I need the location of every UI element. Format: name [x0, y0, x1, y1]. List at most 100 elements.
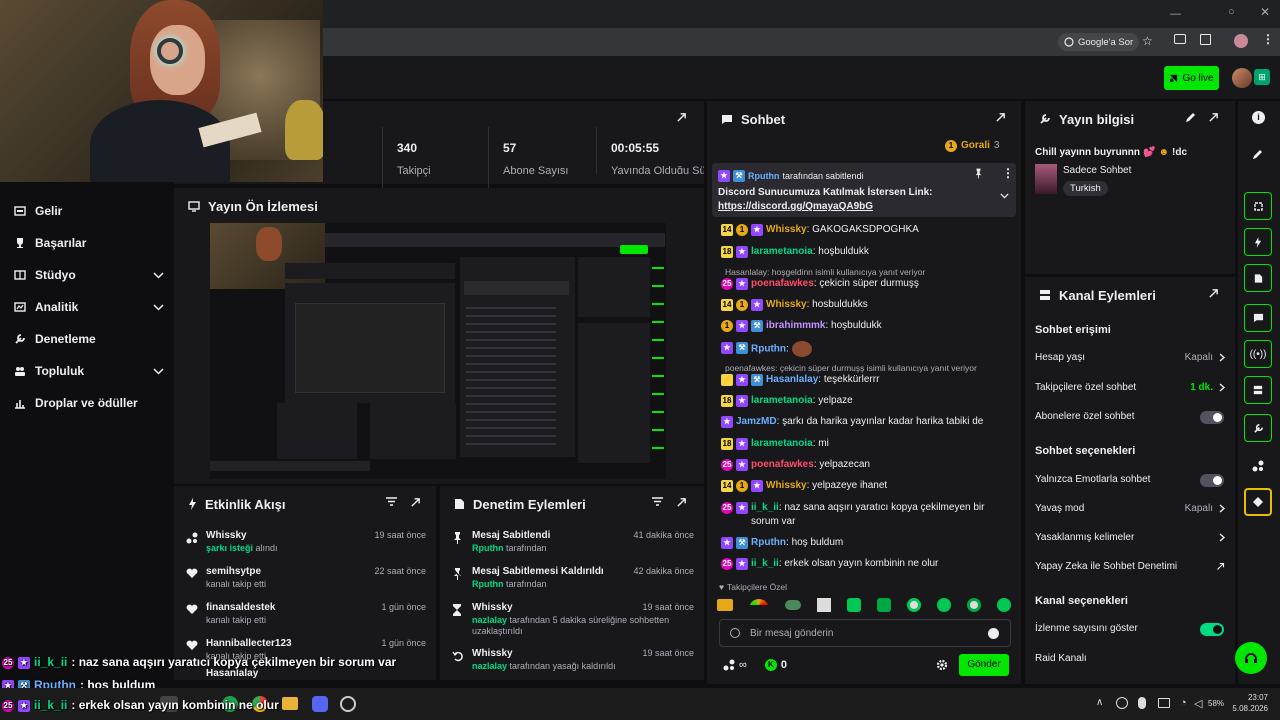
- show-viewers-toggle[interactable]: [1200, 623, 1224, 636]
- emote-icon[interactable]: [785, 600, 801, 610]
- chat-message[interactable]: 25 ★ poenafawkes: çekicin süper durmuşş: [721, 277, 1011, 291]
- discord-icon[interactable]: [312, 696, 328, 712]
- tool-actions-button[interactable]: [1244, 376, 1272, 404]
- emote-icon[interactable]: [907, 598, 921, 612]
- nav-item-droplar[interactable]: Droplar ve ödüller: [14, 392, 164, 414]
- filter-icon[interactable]: [386, 497, 397, 506]
- popout-icon[interactable]: [410, 497, 421, 508]
- chat-message[interactable]: 25 ★ ii_k_ii: erkek olsan yayın kombinin …: [721, 557, 1011, 571]
- moderation-row[interactable]: Mesaj Sabitlemesi Kaldırıldı Rputhn tara…: [440, 560, 704, 596]
- setting-account-age[interactable]: Hesap yaşı Kapalı: [1035, 352, 1225, 363]
- emote-icon[interactable]: [937, 598, 951, 612]
- pinned-message[interactable]: ★ ⚒ Rputhn tarafından sabitlendi ⋮ Disco…: [712, 163, 1016, 217]
- emote-icon[interactable]: [749, 599, 769, 611]
- goal-indicator[interactable]: 1 Gorali 3: [945, 139, 999, 152]
- popout-icon[interactable]: [1208, 288, 1219, 299]
- chat-message[interactable]: ★ ⚒ Rputhn:: [721, 341, 1011, 357]
- chat-message[interactable]: 18 ★ larametanoia: hoşbuldukk: [721, 245, 1011, 259]
- wifi-icon[interactable]: ◔: [1180, 697, 1187, 709]
- browser-menu-icon[interactable]: ⋮: [1262, 32, 1274, 46]
- chevron-down-icon[interactable]: [153, 367, 164, 375]
- clock-time[interactable]: 23:07: [1232, 693, 1268, 702]
- tool-screenshot-button[interactable]: [1244, 192, 1272, 220]
- activity-row[interactable]: semihsytpe kanalı takip etti 22 saat önc…: [174, 560, 436, 596]
- setting-followers-only[interactable]: Takipçilere özel sohbet 1 dk.: [1035, 382, 1225, 393]
- emote-icon[interactable]: [997, 598, 1011, 612]
- chat-message[interactable]: 14 1 ★ Whissky: GAKOGAKSDPOGHKA: [721, 223, 1011, 237]
- tool-kick-button[interactable]: [1244, 488, 1272, 516]
- chat-message[interactable]: ★ ⚒ Rputhn: hoş buldum: [721, 536, 1011, 550]
- category-name[interactable]: Sadece Sohbet: [1063, 165, 1131, 176]
- gear-icon[interactable]: [936, 659, 948, 671]
- moderation-row[interactable]: Mesaj Sabitlendi Rputhn tarafından 41 da…: [440, 524, 704, 560]
- chat-message[interactable]: 14 1 ★ Whissky: yelpazeye ihanet: [721, 479, 1011, 493]
- support-button[interactable]: [1235, 642, 1267, 674]
- profile-avatar[interactable]: [1234, 34, 1248, 48]
- volume-icon[interactable]: ◁: [1194, 697, 1202, 710]
- emote-icon[interactable]: [877, 598, 891, 612]
- subs-only-toggle[interactable]: [1200, 411, 1224, 424]
- nav-item-basarilar[interactable]: Başarılar: [14, 232, 164, 254]
- tool-lightning-button[interactable]: [1244, 228, 1272, 256]
- info-icon[interactable]: i: [1252, 111, 1265, 124]
- edit-pencil-icon[interactable]: [1185, 112, 1196, 123]
- moderation-row[interactable]: Whissky nazlalay tarafından yasağı kaldı…: [440, 642, 704, 678]
- popout-icon[interactable]: [1208, 112, 1219, 123]
- song-request-icon[interactable]: [723, 659, 735, 671]
- dashboard-switch-icon[interactable]: ⊞: [1254, 69, 1270, 85]
- microphone-icon[interactable]: [1138, 697, 1146, 709]
- clock-date[interactable]: 5.08.2026: [1222, 704, 1268, 713]
- tray-chevron-icon[interactable]: ∧: [1096, 697, 1103, 708]
- cast-icon[interactable]: [1174, 34, 1186, 44]
- extensions-icon[interactable]: [1200, 34, 1211, 45]
- chat-settings-icon[interactable]: [730, 628, 740, 638]
- chat-message[interactable]: 1 ★ ⚒ ibrahimmmk: hoşbuldukk: [721, 319, 1011, 333]
- nav-item-analitik[interactable]: Analitik: [14, 296, 164, 318]
- setting-banned-words[interactable]: Yasaklanmış kelimeler: [1035, 532, 1225, 543]
- chat-message[interactable]: ⚡ ★ ⚒ Hasanlalay: teşekkürlerrr: [721, 373, 1011, 387]
- chevron-down-icon[interactable]: [153, 303, 164, 311]
- emoji-picker-icon[interactable]: [988, 628, 999, 639]
- chat-message[interactable]: 18 ★ larametanoia: yelpaze: [721, 394, 1011, 408]
- tool-song-button[interactable]: [1244, 452, 1272, 480]
- popout-icon[interactable]: [676, 112, 687, 123]
- activity-row[interactable]: finansaldestek kanalı takip etti 1 gün ö…: [174, 596, 436, 632]
- emote-only-toggle[interactable]: [1200, 474, 1224, 487]
- chevron-down-icon[interactable]: [1000, 193, 1009, 199]
- emote-icon[interactable]: [967, 598, 981, 612]
- tool-notes-button[interactable]: [1244, 264, 1272, 292]
- maximize-icon[interactable]: ○: [1228, 6, 1235, 18]
- tag-chip[interactable]: Turkish: [1063, 181, 1108, 196]
- minimize-icon[interactable]: —: [1170, 8, 1181, 20]
- monitor-icon[interactable]: [1158, 698, 1170, 708]
- stream-preview-video[interactable]: [210, 223, 666, 479]
- chat-message[interactable]: 25 ★ poenafawkes: yelpazecan: [721, 458, 1011, 472]
- close-window-icon[interactable]: ✕: [1260, 5, 1270, 19]
- chat-message[interactable]: 14 1 ★ Whissky: hosbuldukks: [721, 298, 1011, 312]
- pinned-link[interactable]: https://discord.gg/QmayaQA9bG: [718, 201, 873, 212]
- nav-item-topluluk[interactable]: Topluluk: [14, 360, 164, 382]
- setting-slow-mode[interactable]: Yavaş mod Kapalı: [1035, 503, 1225, 514]
- chat-message[interactable]: ★ JamzMD: şarkı da harika yayınlar kadar…: [721, 415, 1011, 429]
- tool-chat-button[interactable]: [1244, 304, 1272, 332]
- setting-ai-moderation[interactable]: Yapay Zeka ile Sohbet Denetimi: [1035, 561, 1225, 572]
- tool-broadcast-button[interactable]: ((•)): [1244, 340, 1272, 368]
- nav-item-gelir[interactable]: Gelir: [14, 200, 164, 222]
- emote-icon[interactable]: [717, 599, 733, 611]
- obs-icon[interactable]: [340, 696, 356, 712]
- chat-message[interactable]: 18 ★ larametanoia: mi: [721, 437, 1011, 451]
- chat-message[interactable]: 25 ★ ii_k_ii: naz sana aqşırı yaratıcı ko…: [721, 501, 1011, 529]
- sync-icon[interactable]: [1116, 697, 1128, 709]
- nav-item-denetleme[interactable]: Denetleme: [14, 328, 164, 350]
- activity-row[interactable]: Whissky şarkı isteği alındı 19 saat önce: [174, 524, 436, 560]
- moderation-row[interactable]: Whissky nazlalay tarafından 5 dakika sür…: [440, 596, 704, 636]
- chat-input[interactable]: Bir mesaj gönderin: [719, 619, 1011, 647]
- google-sor-button[interactable]: Google'a Sor: [1058, 33, 1140, 51]
- chevron-down-icon[interactable]: [153, 271, 164, 279]
- nav-item-studyo[interactable]: Stüdyo: [14, 264, 164, 286]
- pin-icon[interactable]: [974, 168, 983, 179]
- setting-raid-channel[interactable]: Raid Kanalı: [1035, 653, 1225, 664]
- user-avatar[interactable]: [1232, 68, 1252, 88]
- popout-icon[interactable]: [995, 112, 1006, 123]
- emote-icon[interactable]: [817, 598, 831, 612]
